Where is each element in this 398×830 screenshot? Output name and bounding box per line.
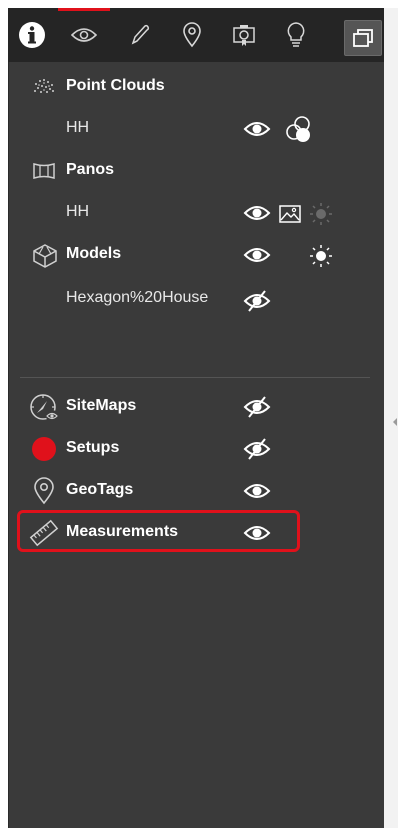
- layer-panos[interactable]: Panos: [8, 154, 384, 190]
- eye-icon[interactable]: [243, 245, 271, 265]
- sitemap-compass-icon: [30, 394, 58, 422]
- layer-models[interactable]: Models: [8, 238, 384, 274]
- markup-tool[interactable]: [120, 8, 160, 62]
- pano-item-label: HH: [66, 203, 90, 220]
- visibility-tool[interactable]: [58, 8, 110, 62]
- setups-label: Setups: [66, 439, 120, 456]
- model-item-label: Hexagon%20House: [66, 289, 209, 306]
- point-clouds-label: Point Clouds: [66, 77, 165, 94]
- info-tool[interactable]: [12, 8, 52, 62]
- panos-item-hh[interactable]: HH: [8, 196, 384, 232]
- section-divider: [20, 377, 370, 378]
- image-icon[interactable]: [278, 204, 302, 224]
- red-circle-icon: [32, 437, 56, 461]
- eye-hidden-icon[interactable]: [243, 395, 271, 419]
- location-tool[interactable]: [172, 8, 212, 62]
- pen-icon: [131, 24, 150, 45]
- brightness-icon[interactable]: [308, 201, 334, 227]
- point-cloud-item-label: HH: [66, 119, 90, 136]
- overlay-sitemaps[interactable]: SiteMaps: [8, 390, 384, 426]
- overlay-setups[interactable]: Setups: [8, 432, 384, 468]
- point-clouds-item-hh[interactable]: HH: [8, 112, 384, 148]
- models-item-hexagon-house[interactable]: Hexagon%20House: [8, 282, 384, 318]
- camera-bookmark-icon: [233, 25, 255, 46]
- eye-icon[interactable]: [243, 119, 271, 139]
- geotags-label: GeoTags: [66, 481, 134, 498]
- top-toolbar: [8, 8, 384, 62]
- eye-hidden-icon[interactable]: [243, 289, 271, 313]
- window-icon: [353, 29, 373, 47]
- eye-icon[interactable]: [243, 203, 271, 223]
- models-label: Models: [66, 245, 122, 262]
- brightness-icon[interactable]: [308, 243, 334, 269]
- model-cube-icon: [33, 244, 57, 268]
- layer-point-clouds[interactable]: Point Clouds: [8, 70, 384, 106]
- pano-icon: [33, 162, 55, 180]
- info-icon: [19, 22, 45, 48]
- map-pin-icon: [183, 22, 201, 48]
- measurements-highlight-box: [17, 510, 300, 552]
- lighting-tool[interactable]: [276, 8, 316, 62]
- lightbulb-icon: [287, 22, 305, 47]
- snapshot-tool[interactable]: [224, 8, 264, 62]
- overlay-geotags[interactable]: GeoTags: [8, 474, 384, 510]
- point-color-icon[interactable]: [284, 116, 314, 144]
- panos-label: Panos: [66, 161, 115, 178]
- point-cloud-icon: [34, 79, 54, 93]
- geotag-pin-icon: [34, 477, 54, 505]
- window-tool[interactable]: [344, 20, 382, 56]
- eye-icon: [71, 28, 97, 42]
- eye-icon[interactable]: [243, 481, 271, 501]
- eye-hidden-icon[interactable]: [243, 437, 271, 461]
- sitemaps-label: SiteMaps: [66, 397, 137, 414]
- collapse-grip-icon[interactable]: [393, 418, 397, 426]
